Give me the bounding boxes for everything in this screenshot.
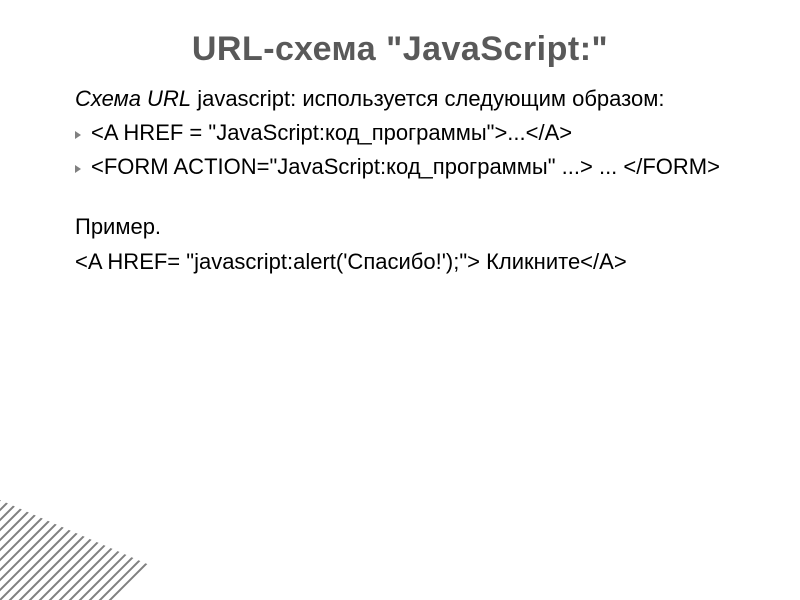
- intro-rest: javascript: используется следующим образ…: [191, 86, 664, 111]
- example-label: Пример.: [75, 213, 740, 241]
- bullet-item: <A HREF = "JavaScript:код_программы">...…: [75, 119, 740, 147]
- spacer: [75, 187, 740, 213]
- bullet-item: <FORM ACTION="JavaScript:код_программы" …: [75, 153, 740, 181]
- slide-body: Схема URL javascript: используется следу…: [0, 85, 800, 276]
- slide-title: URL-схема "JavaScript:": [0, 0, 800, 85]
- decorative-hatch-icon: [0, 500, 230, 600]
- intro-paragraph: Схема URL javascript: используется следу…: [75, 85, 740, 113]
- intro-emphasis: Схема URL: [75, 86, 191, 111]
- example-code: <A HREF= "javascript:alert('Спасибо!');"…: [75, 248, 740, 276]
